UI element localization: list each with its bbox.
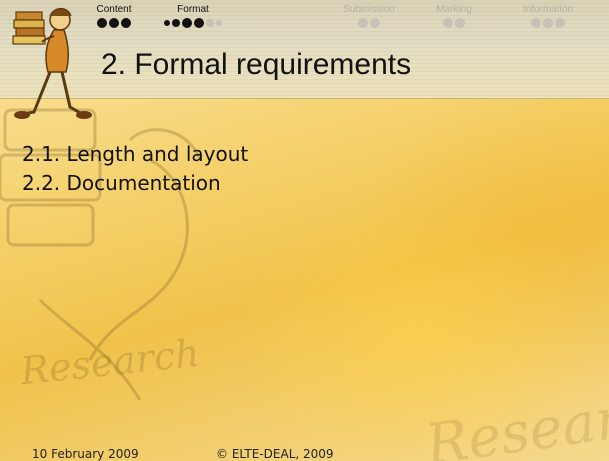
dot-icon: [555, 17, 565, 28]
nav-item-submission[interactable]: Submission: [334, 4, 404, 28]
dot-icon: [121, 17, 131, 28]
dot-icon: [216, 19, 222, 26]
nav-label-submission: Submission: [343, 4, 395, 15]
progress-dots-information: [508, 16, 588, 28]
dot-icon: [443, 17, 453, 28]
dot-icon: [97, 17, 107, 28]
dot-icon: [164, 19, 170, 26]
nav-item-content[interactable]: Content: [84, 4, 144, 28]
progress-dots-marking: [424, 16, 484, 28]
list-item-documentation: 2.2. Documentation: [22, 171, 221, 195]
nav-label-content: Content: [96, 4, 132, 15]
dot-icon: [543, 17, 553, 28]
nav-label-marking: Marking: [436, 4, 472, 15]
progress-dots-submission: [334, 16, 404, 28]
progress-dots-format: [148, 16, 238, 28]
slide-title: 2. Formal requirements: [101, 48, 412, 81]
footer-date: 10 February 2009: [32, 447, 139, 461]
slide-content: 2.1. Length and layout 2.2. Documentatio…: [22, 140, 248, 198]
dot-icon: [182, 17, 192, 28]
dot-icon: [172, 18, 180, 27]
nav-label-format: Format: [177, 4, 209, 15]
nav-item-format[interactable]: Format: [148, 4, 238, 28]
dot-icon: [194, 17, 204, 28]
list-item-length-layout: 2.1. Length and layout: [22, 142, 249, 166]
dot-icon: [358, 17, 368, 28]
dot-icon: [109, 17, 119, 28]
dot-icon: [455, 17, 465, 28]
section-nav: Content Format Submission Marking Inform…: [0, 4, 609, 44]
slide-footer: 10 February 2009 © ELTE-DEAL, 2009: [0, 447, 609, 461]
progress-dots-content: [84, 16, 144, 28]
slide: Research Research Content Format Submiss…: [0, 0, 609, 461]
dot-icon: [370, 17, 380, 28]
footer-copyright: © ELTE-DEAL, 2009: [216, 447, 334, 461]
nav-item-marking[interactable]: Marking: [424, 4, 484, 28]
nav-label-information: Information: [522, 4, 574, 15]
nav-item-information[interactable]: Information: [508, 4, 588, 28]
dot-icon: [206, 18, 214, 27]
dot-icon: [531, 17, 541, 28]
